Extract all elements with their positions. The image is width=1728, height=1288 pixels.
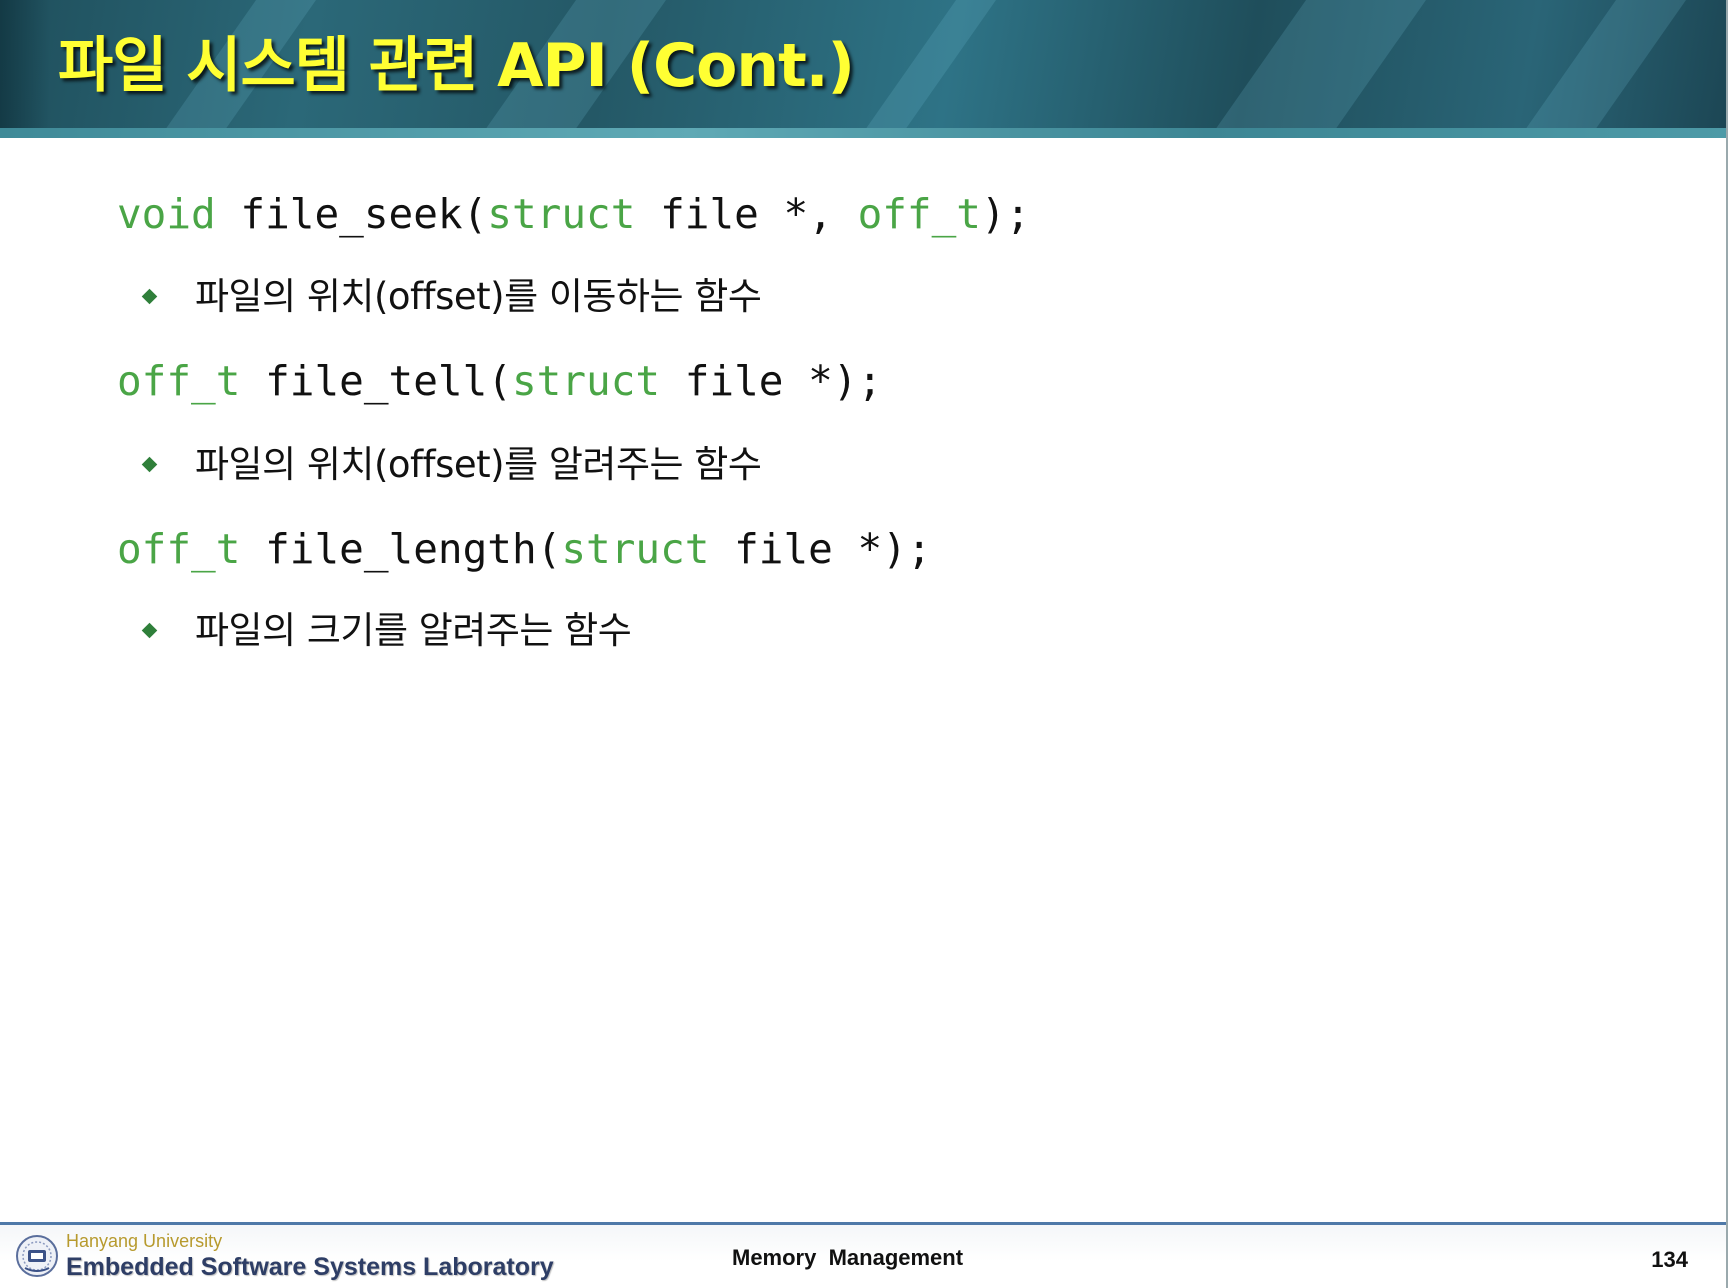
code-text: );	[980, 190, 1031, 238]
slide-footer: Hanyang University Embedded Software Sys…	[0, 1222, 1726, 1288]
slide-title: 파일 시스템 관련 API (Cont.)	[58, 31, 855, 101]
code-keyword: struct	[487, 190, 636, 238]
function-description: 파일의 위치(offset)를 이동하는 함수	[195, 275, 762, 318]
title-bar: 파일 시스템 관련 API (Cont.)	[0, 0, 1726, 138]
code-text: file_length(	[240, 525, 562, 573]
code-signature-file-seek: void file_seek(struct file *, off_t);	[117, 188, 1030, 240]
lab-name: Embedded Software Systems Laboratory	[66, 1253, 554, 1281]
title-bar-bottom-band	[0, 128, 1726, 138]
code-text: file *,	[635, 190, 858, 238]
code-keyword: off_t	[857, 190, 981, 238]
title-bar-streak	[1165, 0, 1455, 138]
lecture-topic: Memory Management	[732, 1245, 964, 1270]
code-signature-file-tell: off_t file_tell(struct file *);	[117, 355, 882, 407]
bullet-diamond-icon	[141, 288, 158, 305]
university-name: Hanyang University	[66, 1231, 223, 1251]
code-text: file *);	[660, 357, 883, 405]
title-bar-streak	[1475, 0, 1715, 138]
page-number: 134	[1651, 1247, 1688, 1272]
title-bar-shade	[0, 0, 50, 138]
code-signature-file-length: off_t file_length(struct file *);	[117, 523, 932, 575]
footer-divider	[0, 1222, 1726, 1225]
code-text: file_seek(	[215, 190, 488, 238]
hanyang-university-emblem-icon	[16, 1235, 58, 1277]
code-keyword: struct	[511, 357, 661, 405]
bullet-diamond-icon	[141, 456, 158, 473]
function-description: 파일의 위치(offset)를 알려주는 함수	[195, 443, 762, 486]
code-keyword: off_t	[117, 525, 241, 573]
function-description: 파일의 크기를 알려주는 함수	[195, 609, 632, 652]
code-text: file *);	[709, 525, 932, 573]
code-text: file_tell(	[240, 357, 512, 405]
bullet-diamond-icon	[141, 622, 158, 639]
code-keyword: off_t	[117, 357, 241, 405]
code-keyword: struct	[561, 525, 710, 573]
code-keyword: void	[117, 190, 216, 238]
